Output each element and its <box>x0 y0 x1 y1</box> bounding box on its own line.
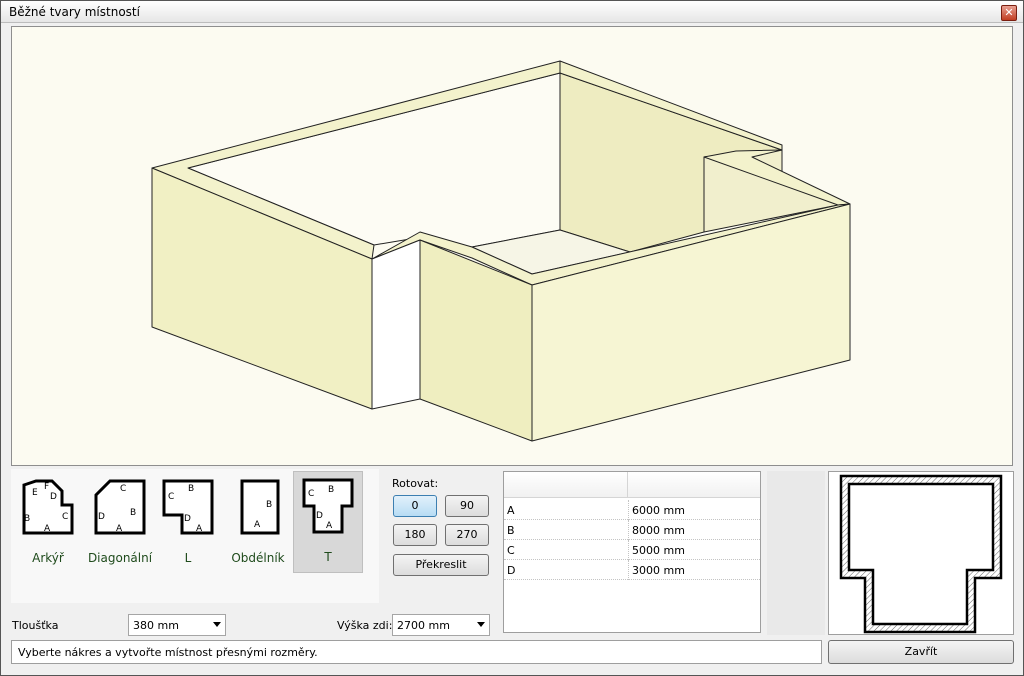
dimension-key: C <box>507 544 515 557</box>
diagonal-shape-icon: C D B A <box>94 479 146 535</box>
rect-letter-a: A <box>254 520 261 530</box>
arkyr-letter-d: D <box>50 492 57 502</box>
status-bar: Vyberte nákres a vytvořte místnost přesn… <box>11 640 822 664</box>
arkyr-letter-e: E <box>32 488 38 498</box>
close-icon[interactable]: ✕ <box>1001 5 1017 21</box>
wall-height-value: 2700 mm <box>397 619 450 632</box>
wall-height-label: Výška zdi: <box>337 619 393 632</box>
diagonal-letter-a: A <box>116 524 123 534</box>
arkyr-letter-b: B <box>24 514 30 524</box>
rect-letter-b: B <box>266 500 272 510</box>
rotate-label: Rotovat: <box>392 477 439 490</box>
shape-arkyr[interactable]: E F D B C A Arkýř <box>15 473 81 569</box>
arkyr-letter-c: C <box>62 512 68 522</box>
redraw-button[interactable]: Překreslit <box>393 554 489 576</box>
t-letter-c: C <box>308 489 314 499</box>
table-row[interactable]: B 8000 mm <box>504 520 760 540</box>
l-letter-a: A <box>196 524 203 534</box>
shape-diagonal[interactable]: C D B A Diagonální <box>87 473 153 569</box>
dimension-key: B <box>507 524 515 537</box>
shape-diagonal-label: Diagonální <box>87 551 153 565</box>
table-header <box>504 472 760 498</box>
shape-selector: E F D B C A Arkýř C D B A Diagonální C B… <box>11 469 379 603</box>
arkyr-shape-icon: E F D B C A <box>22 479 74 535</box>
shape-t[interactable]: C B D A T <box>293 471 363 573</box>
chevron-down-icon <box>213 622 221 627</box>
status-text: Vyberte nákres a vytvořte místnost přesn… <box>18 646 318 659</box>
table-row[interactable]: C 5000 mm <box>504 540 760 560</box>
close-button[interactable]: Zavřít <box>828 640 1014 664</box>
table-row[interactable]: D 3000 mm <box>504 560 760 580</box>
shape-l-label: L <box>184 551 192 565</box>
t-letter-b: B <box>328 485 334 495</box>
rotate-90-button[interactable]: 90 <box>445 495 489 517</box>
thickness-label: Tloušťka <box>12 619 59 632</box>
panel-divider <box>767 471 825 635</box>
t-shape-icon: C B D A <box>302 478 354 534</box>
l-shape-icon: C B D A <box>162 479 214 535</box>
diagonal-letter-d: D <box>98 512 105 522</box>
wall-height-select[interactable]: 2700 mm <box>392 614 490 636</box>
rotate-0-button[interactable]: 0 <box>393 495 437 517</box>
dimension-value[interactable]: 3000 mm <box>632 564 685 577</box>
dimension-value[interactable]: 5000 mm <box>632 544 685 557</box>
chevron-down-icon <box>477 622 485 627</box>
rotate-180-button[interactable]: 180 <box>393 524 437 546</box>
dimension-key: A <box>507 504 515 517</box>
titlebar: Běžné tvary místností ✕ <box>1 1 1023 23</box>
rotate-270-button[interactable]: 270 <box>445 524 489 546</box>
l-letter-b: B <box>188 484 194 494</box>
t-letter-a: A <box>326 521 333 531</box>
diagonal-letter-c: C <box>120 484 126 494</box>
room-3d-drawing <box>151 60 851 442</box>
table-row[interactable]: A 6000 mm <box>504 500 760 520</box>
floorplan-preview <box>828 471 1014 635</box>
dimensions-table: A 6000 mm B 8000 mm C 5000 mm D 3000 mm <box>503 471 761 633</box>
dimension-key: D <box>507 564 516 577</box>
arkyr-letter-a: A <box>44 524 51 534</box>
l-letter-d: D <box>184 514 191 524</box>
rotation-controls: Rotovat: 0 90 180 270 Překreslit <box>387 471 497 581</box>
t-letter-d: D <box>316 511 323 521</box>
arkyr-letter-f: F <box>44 482 49 492</box>
thickness-value: 380 mm <box>133 619 179 632</box>
dimension-value[interactable]: 8000 mm <box>632 524 685 537</box>
floorplan-walls <box>839 474 1003 634</box>
diagonal-letter-b: B <box>130 508 136 518</box>
room-shapes-window: Běžné tvary místností ✕ E F D B C A Arký… <box>0 0 1024 676</box>
floorplan-drawing <box>839 474 1003 634</box>
shape-t-label: T <box>324 550 332 564</box>
shape-l[interactable]: C B D A L <box>155 473 221 569</box>
shape-rectangle[interactable]: B A Obdélník <box>225 473 291 569</box>
dimension-value[interactable]: 6000 mm <box>632 504 685 517</box>
window-title: Běžné tvary místností <box>9 5 140 19</box>
l-letter-c: C <box>168 492 174 502</box>
alcove-wall <box>371 239 421 410</box>
shape-arkyr-label: Arkýř <box>32 551 64 565</box>
shape-rectangle-label: Obdélník <box>231 551 285 565</box>
thickness-select[interactable]: 380 mm <box>128 614 226 636</box>
3d-room-viewport[interactable] <box>11 26 1013 466</box>
rectangle-shape-icon: B A <box>240 479 280 535</box>
